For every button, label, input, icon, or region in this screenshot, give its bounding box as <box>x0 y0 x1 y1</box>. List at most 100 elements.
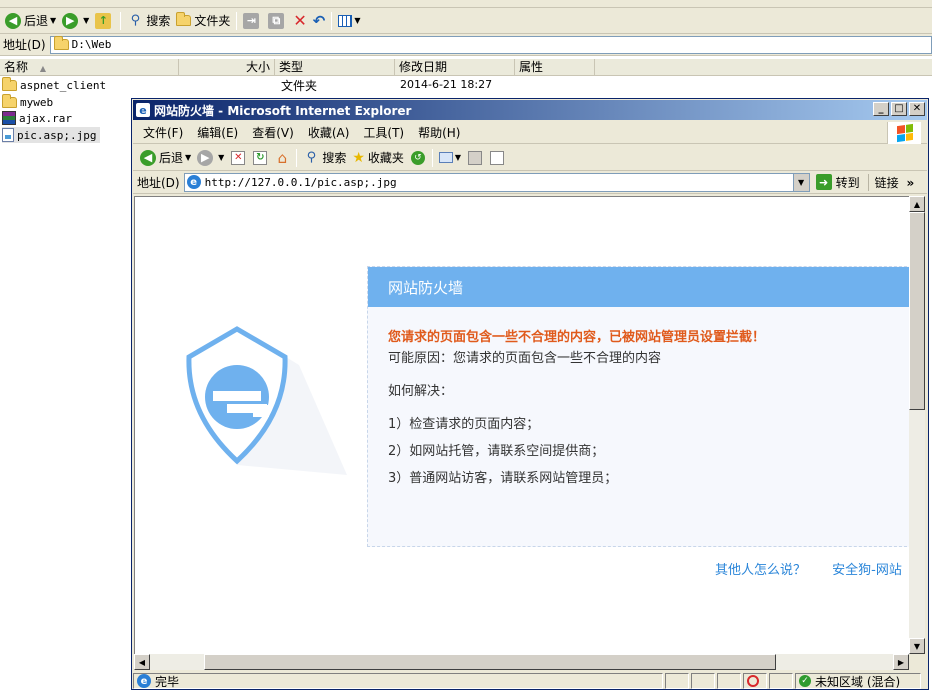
ie-title-bar[interactable]: e 网站防火墙 - Microsoft Internet Explorer _ … <box>133 100 927 120</box>
explorer-forward-button[interactable]: ▶ ▼ <box>59 10 92 32</box>
file-row[interactable]: ajax.rar <box>2 110 72 126</box>
explorer-up-button[interactable]: ↑ <box>92 10 117 32</box>
go-arrow-icon: ➜ <box>815 174 832 190</box>
image-file-icon <box>2 128 14 142</box>
ie-address-input[interactable]: e http://127.0.0.1/pic.asp;.jpg ▼ <box>183 172 810 192</box>
ie-search-button[interactable]: ⚲ 搜索 <box>300 147 349 169</box>
column-modified[interactable]: 修改日期 <box>395 59 515 75</box>
back-arrow-icon: ◀ <box>5 12 21 29</box>
maximize-button[interactable]: □ <box>891 102 907 116</box>
solution-step: 1）检查请求的页面内容； <box>388 417 540 432</box>
chevron-right-icon: » <box>906 175 915 190</box>
sort-ascending-icon: ▲ <box>39 64 46 73</box>
shield-logo-icon <box>186 326 347 475</box>
firewall-body: 您请求的页面包含一些不合理的内容，已被网站管理员设置拦截！ 可能原因：您请求的页… <box>368 307 909 486</box>
file-row[interactable]: aspnet_client <box>2 76 106 93</box>
go-button[interactable]: ➜ 转到 <box>815 174 860 191</box>
ie-favorites-button[interactable]: ★ 收藏夹 <box>349 147 407 169</box>
folder-up-icon: ↑ <box>95 12 112 29</box>
ie-mail-button[interactable]: ▼ <box>436 147 464 169</box>
status-cell <box>743 673 767 689</box>
menu-edit[interactable]: 编辑(E) <box>197 124 238 141</box>
explorer-folders-button[interactable]: 文件夹 <box>173 10 233 32</box>
toolbar-separator <box>296 148 298 167</box>
home-icon[interactable]: ⌂ <box>275 150 289 165</box>
file-row[interactable]: myweb <box>2 93 53 110</box>
search-icon: ⚲ <box>306 150 317 165</box>
scroll-down-icon[interactable]: ▼ <box>909 638 925 654</box>
firewall-links: 其他人怎么说？ 安全狗-网站 <box>715 559 909 578</box>
column-attributes[interactable]: 属性 <box>515 59 595 75</box>
mail-icon <box>438 152 453 163</box>
block-warning: 您请求的页面包含一些不合理的内容，已被网站管理员设置拦截！ <box>388 330 766 345</box>
windows-flag-icon <box>896 123 913 143</box>
stop-icon[interactable]: ✕ <box>231 150 246 165</box>
ie-back-button[interactable]: ◀ 后退 ▼ <box>137 147 194 169</box>
column-type[interactable]: 类型 <box>275 59 395 75</box>
others-say-link[interactable]: 其他人怎么说？ <box>715 563 806 578</box>
history-icon[interactable]: ↺ <box>410 150 425 165</box>
explorer-search-button[interactable]: ⚲ 搜索 <box>124 10 173 32</box>
ie-page-icon: e <box>186 175 201 189</box>
close-button[interactable]: ✕ <box>909 102 925 116</box>
horizontal-scroll-thumb[interactable] <box>204 654 776 670</box>
zone-check-icon: ✓ <box>799 675 811 687</box>
menu-file[interactable]: 文件(F) <box>143 124 183 141</box>
menu-favorites[interactable]: 收藏(A) <box>308 124 350 141</box>
ie-page-icon: e <box>137 674 151 688</box>
safedog-link[interactable]: 安全狗-网站 <box>832 563 902 578</box>
file-type: 文件夹 <box>281 79 318 93</box>
forward-arrow-icon: ▶ <box>197 149 214 166</box>
file-modified: 2014-6-21 18:27 <box>400 78 493 91</box>
menu-view[interactable]: 查看(V) <box>252 124 294 141</box>
star-icon: ★ <box>352 149 365 166</box>
security-zone-cell[interactable]: ✓ 未知区域 (混合) <box>795 673 921 689</box>
vertical-scroll-thumb[interactable] <box>909 212 925 410</box>
solution-step: 2）如网站托管，请联系空间提供商； <box>388 444 605 459</box>
explorer-address-input[interactable]: D:\Web <box>49 35 932 54</box>
firewall-panel: 网站防火墙 您请求的页面包含一些不合理的内容，已被网站管理员设置拦截！ 可能原因… <box>367 266 909 547</box>
edit-page-icon[interactable] <box>490 150 505 165</box>
status-text-cell: e 完毕 <box>133 673 663 689</box>
explorer-back-button[interactable]: ◀ 后退 ▼ <box>2 10 59 32</box>
ie-toolbar: ◀ 后退 ▼ ▶ ▼ ✕ ↻ ⌂ ⚲ 搜索 ★ 收藏夹 ↺ ▼ <box>133 145 927 171</box>
vertical-scrollbar[interactable]: ▲ ▼ <box>909 196 925 654</box>
scrollbar-corner <box>909 654 925 670</box>
refresh-icon[interactable]: ↻ <box>253 150 268 165</box>
ie-forward-button[interactable]: ▶ ▼ <box>194 147 227 169</box>
ie-logo-icon: e <box>136 103 150 117</box>
chevron-down-icon[interactable]: ▼ <box>792 173 809 191</box>
menu-help[interactable]: 帮助(H) <box>418 124 460 141</box>
links-button[interactable]: 链接 » <box>867 173 915 191</box>
scroll-up-icon[interactable]: ▲ <box>909 196 925 212</box>
scroll-right-icon[interactable]: ▶ <box>893 654 909 670</box>
solution-step: 3）普通网站访客，请联系网站管理员； <box>388 471 618 486</box>
explorer-views-button[interactable]: ▼ <box>335 10 363 32</box>
file-row[interactable]: pic.asp;.jpg <box>2 127 101 143</box>
column-name[interactable]: 名称 ▲ <box>0 59 179 75</box>
print-icon[interactable] <box>468 150 483 165</box>
horizontal-scrollbar[interactable]: ◀ ▶ <box>134 654 909 670</box>
blocked-content-icon <box>747 675 759 687</box>
views-icon <box>338 14 353 27</box>
scroll-left-icon[interactable]: ◀ <box>134 654 150 670</box>
menu-tools[interactable]: 工具(T) <box>363 124 404 141</box>
explorer-undo-button[interactable]: ↶ <box>310 10 329 32</box>
undo-icon: ↶ <box>312 11 326 30</box>
back-arrow-icon: ◀ <box>140 149 156 166</box>
chevron-down-icon: ▼ <box>185 153 192 162</box>
explorer-menubar <box>0 0 932 8</box>
rar-archive-icon <box>2 111 16 125</box>
ie-address-bar: 地址(D) e http://127.0.0.1/pic.asp;.jpg ▼ … <box>133 171 927 194</box>
ie-menubar: 文件(F) 编辑(E) 查看(V) 收藏(A) 工具(T) 帮助(H) <box>133 121 927 144</box>
file-list-header: 名称 ▲ 大小 类型 修改日期 属性 <box>0 59 932 76</box>
explorer-move-button[interactable]: ⇥ <box>240 10 265 32</box>
minimize-button[interactable]: _ <box>873 102 889 116</box>
delete-icon: ✕ <box>293 11 307 30</box>
explorer-delete-button[interactable]: ✕ <box>290 10 309 32</box>
chevron-down-icon: ▼ <box>50 16 57 25</box>
window-controls: _ □ ✕ <box>873 102 925 116</box>
column-size[interactable]: 大小 <box>179 59 275 75</box>
explorer-copy-button[interactable]: ⧉ <box>265 10 290 32</box>
page-viewport: 网站防火墙 您请求的页面包含一些不合理的内容，已被网站管理员设置拦截！ 可能原因… <box>134 196 909 654</box>
